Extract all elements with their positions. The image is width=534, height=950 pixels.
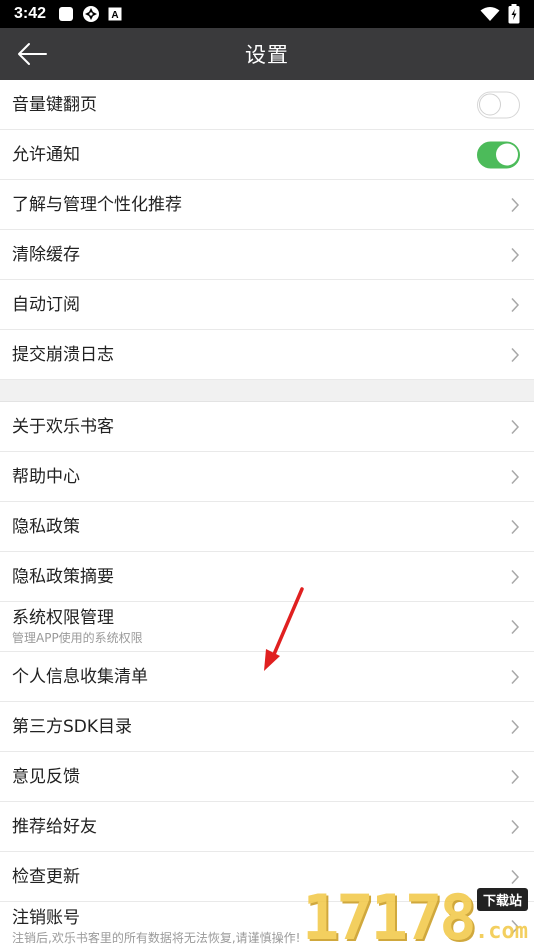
setting-feedback[interactable]: 意见反馈	[0, 752, 534, 802]
chevron-right-icon	[511, 247, 520, 262]
chevron-right-icon	[511, 347, 520, 362]
setting-third-party-sdk[interactable]: 第三方SDK目录	[0, 702, 534, 752]
setting-clear-cache[interactable]: 清除缓存	[0, 230, 534, 280]
setting-privacy-summary[interactable]: 隐私政策摘要	[0, 552, 534, 602]
setting-auto-subscribe[interactable]: 自动订阅	[0, 280, 534, 330]
volume-key-toggle[interactable]	[477, 91, 520, 118]
setting-volume-key-page-turn: 音量键翻页	[0, 80, 534, 130]
setting-check-update[interactable]: 检查更新	[0, 852, 534, 902]
chevron-right-icon	[511, 197, 520, 212]
item-label: 了解与管理个性化推荐	[12, 194, 182, 215]
setting-delete-account[interactable]: 注销账号 注销后,欢乐书客里的所有数据将无法恢复,请谨慎操作!	[0, 902, 534, 950]
status-time: 3:42	[14, 5, 47, 22]
battery-charging-icon	[508, 4, 520, 24]
chevron-right-icon	[511, 669, 520, 684]
item-label: 第三方SDK目录	[12, 716, 133, 737]
section-divider	[0, 380, 534, 402]
item-label: 提交崩溃日志	[12, 344, 114, 365]
setting-personalized-recommendation[interactable]: 了解与管理个性化推荐	[0, 180, 534, 230]
back-button[interactable]	[12, 38, 52, 70]
item-label: 允许通知	[12, 144, 80, 165]
setting-about[interactable]: 关于欢乐书客	[0, 402, 534, 452]
setting-personal-info-list[interactable]: 个人信息收集清单	[0, 652, 534, 702]
setting-help-center[interactable]: 帮助中心	[0, 452, 534, 502]
item-label: 自动订阅	[12, 294, 80, 315]
item-subtitle: 注销后,欢乐书客里的所有数据将无法恢复,请谨慎操作!	[12, 931, 301, 945]
setting-submit-crash-log[interactable]: 提交崩溃日志	[0, 330, 534, 380]
status-icons-right	[480, 4, 520, 24]
chevron-right-icon	[511, 619, 520, 634]
status-bar: 3:42 A	[0, 0, 534, 28]
setting-system-permissions[interactable]: 系统权限管理 管理APP使用的系统权限	[0, 602, 534, 652]
item-label: 音量键翻页	[12, 94, 97, 115]
chevron-right-icon	[511, 819, 520, 834]
chevron-right-icon	[511, 719, 520, 734]
chevron-right-icon	[511, 419, 520, 434]
svg-text:A: A	[111, 10, 118, 21]
arrow-left-icon	[18, 43, 47, 65]
a-badge-icon: A	[108, 7, 122, 21]
chevron-right-icon	[511, 869, 520, 884]
chevron-right-icon	[511, 919, 520, 934]
setting-privacy-policy[interactable]: 隐私政策	[0, 502, 534, 552]
toggle-knob	[496, 143, 518, 165]
setting-allow-notifications: 允许通知	[0, 130, 534, 180]
settings-flower-icon	[83, 6, 100, 22]
chevron-right-icon	[511, 769, 520, 784]
item-subtitle: 管理APP使用的系统权限	[12, 631, 143, 645]
toggle-knob	[479, 93, 501, 115]
settings-list: 音量键翻页 允许通知 了解与管理个性化推荐 清除缓存 自动订阅 提交崩溃日志 关…	[0, 80, 534, 950]
chevron-right-icon	[511, 569, 520, 584]
chevron-right-icon	[511, 469, 520, 484]
page-title: 设置	[245, 43, 289, 67]
item-label: 关于欢乐书客	[12, 416, 114, 437]
item-label: 清除缓存	[12, 244, 80, 265]
status-icons-left: A	[58, 5, 122, 23]
item-label: 帮助中心	[12, 466, 80, 487]
item-label: 隐私政策摘要	[12, 566, 114, 587]
item-label: 检查更新	[12, 866, 80, 887]
setting-recommend-friends[interactable]: 推荐给好友	[0, 802, 534, 852]
item-label: 个人信息收集清单	[12, 666, 148, 687]
white-square-icon	[59, 7, 74, 21]
item-label: 隐私政策	[12, 516, 80, 537]
notification-toggle[interactable]	[477, 141, 520, 168]
wifi-icon	[480, 7, 500, 21]
item-label: 意见反馈	[12, 766, 80, 787]
nav-bar: 设置	[0, 28, 534, 80]
item-label: 注销账号	[12, 908, 80, 928]
item-label: 推荐给好友	[12, 816, 97, 837]
chevron-right-icon	[511, 519, 520, 534]
chevron-right-icon	[511, 297, 520, 312]
item-label: 系统权限管理	[12, 608, 114, 628]
